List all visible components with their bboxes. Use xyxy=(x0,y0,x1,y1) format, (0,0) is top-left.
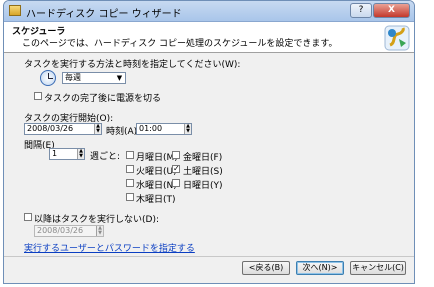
app-icon xyxy=(9,5,21,16)
help-button[interactable]: ? xyxy=(350,3,372,18)
interval-input[interactable]: 1 ▲ ▼ xyxy=(49,148,85,160)
start-date-input[interactable]: 2008/03/26 ▲ ▼ xyxy=(24,123,102,135)
time-label: 時刻(A) xyxy=(106,127,138,137)
end-date-input[interactable]: 2008/03/26 ▲ ▼ xyxy=(34,225,104,237)
back-button[interactable]: <戻る(B) xyxy=(242,261,290,275)
footer-divider xyxy=(4,256,414,257)
monday-checkbox[interactable] xyxy=(126,151,134,159)
interval-value: 1 xyxy=(52,149,58,158)
interval-spinner-icon[interactable]: ▲ ▼ xyxy=(77,149,84,159)
saturday-label: 土曜日(S) xyxy=(183,167,223,177)
interval-unit-label: 週ごと: xyxy=(90,152,121,162)
tuesday-label: 火曜日(U) xyxy=(136,167,177,177)
close-button[interactable]: X xyxy=(373,3,410,18)
end-date-checkbox[interactable] xyxy=(24,213,32,221)
wizard-header: スケジューラ このページでは、ハードディスク コピー処理のスケジュールを設定でき… xyxy=(4,22,414,53)
shutdown-checkbox[interactable] xyxy=(34,92,42,100)
end-date-value: 2008/03/26 xyxy=(37,226,84,235)
clock-icon xyxy=(40,70,56,86)
wizard-window: ハードディスク コピー ウィザード ? X スケジューラ このページでは、ハード… xyxy=(3,0,415,284)
method-label: タスクを実行する方法と時刻を指定してください(W): xyxy=(24,60,241,70)
tuesday-checkbox[interactable] xyxy=(126,165,134,173)
saturday-checkbox[interactable]: ✓ xyxy=(172,165,180,173)
credentials-link[interactable]: 実行するユーザーとパスワードを指定する xyxy=(24,241,195,254)
date-spinner-icon[interactable]: ▲ ▼ xyxy=(94,124,101,134)
sunday-checkbox[interactable] xyxy=(172,179,180,187)
wednesday-checkbox[interactable] xyxy=(126,179,134,187)
page-subtitle: このページでは、ハードディスク コピー処理のスケジュールを設定できます。 xyxy=(22,39,338,49)
start-date-value: 2008/03/26 xyxy=(27,124,74,133)
shutdown-label: タスクの完了後に電源を切る xyxy=(44,94,162,104)
cancel-button[interactable]: キャンセル(C) xyxy=(350,261,406,275)
time-spinner-icon[interactable]: ▲ ▼ xyxy=(184,124,191,134)
frequency-select[interactable]: 毎週 ▼ xyxy=(62,72,126,84)
window-title: ハードディスク コピー ウィザード xyxy=(26,9,182,20)
time-input[interactable]: 01:00 ▲ ▼ xyxy=(136,123,192,135)
wednesday-label: 水曜日(N) xyxy=(136,181,177,191)
friday-label: 金曜日(F) xyxy=(183,153,223,163)
scheduler-logo-icon xyxy=(384,25,410,51)
end-date-label: 以降はタスクを実行しない(D): xyxy=(34,215,159,225)
time-value: 01:00 xyxy=(139,124,163,133)
sunday-label: 日曜日(Y) xyxy=(183,181,223,191)
next-button[interactable]: 次へ(N)> xyxy=(296,261,344,275)
chevron-down-icon[interactable]: ▼ xyxy=(115,73,124,83)
thursday-checkbox[interactable] xyxy=(126,193,134,201)
friday-checkbox[interactable] xyxy=(172,151,180,159)
title-bar: ハードディスク コピー ウィザード ? X xyxy=(4,1,414,22)
end-date-spinner-icon[interactable]: ▲ ▼ xyxy=(96,226,103,236)
frequency-value: 毎週 xyxy=(65,73,81,82)
thursday-label: 木曜日(T) xyxy=(136,195,176,205)
